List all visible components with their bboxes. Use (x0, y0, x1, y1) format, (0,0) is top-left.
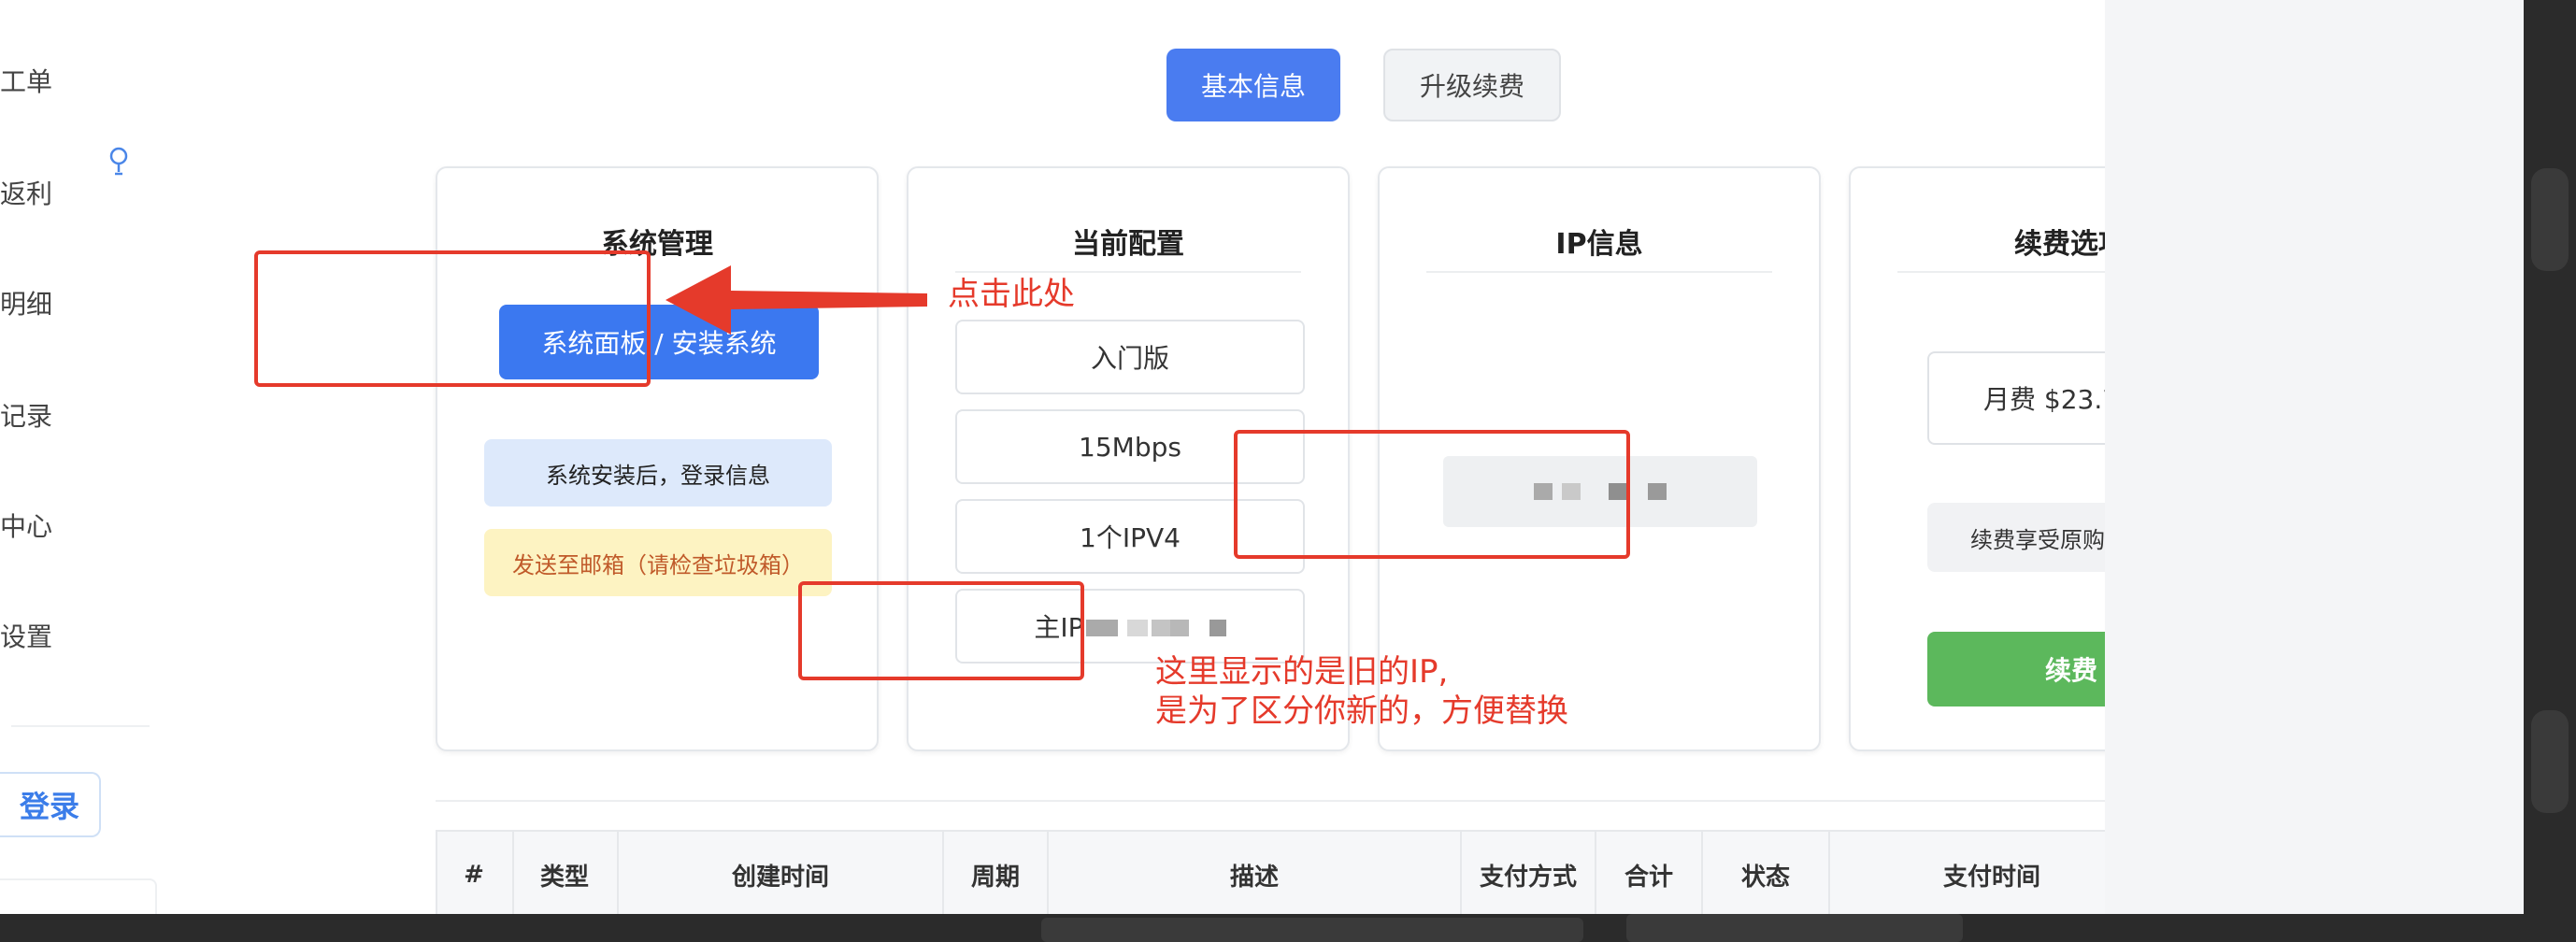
sidebar-item-ticket[interactable]: 工单 (0, 62, 52, 99)
card-title: IP信息 (1555, 228, 1643, 261)
highlight-box-system-panel (254, 250, 651, 387)
sidebar-item-records[interactable]: 记录 (0, 396, 52, 434)
column-header: 合计 (1624, 863, 1673, 892)
column-header: 类型 (539, 863, 589, 892)
highlight-box-ip-info (1234, 430, 1630, 559)
sidebar-item-label: 设置 (0, 621, 53, 652)
column-header: 支付方式 (1479, 863, 1577, 892)
column-header: 创建时间 (731, 863, 829, 892)
section-divider (436, 800, 2292, 802)
sidebar-item-label: 记录 (0, 401, 53, 432)
column-header: 描述 (1229, 863, 1279, 892)
sidebar-item-label: 工单 (0, 66, 53, 97)
card-title: 当前配置 (1072, 228, 1184, 261)
sidebar-item-details[interactable]: 明细 (0, 284, 52, 321)
annotation-old-ip-line1: 这里显示的是旧的IP, (1155, 653, 1449, 691)
card-divider (955, 271, 1301, 273)
dimmed-bottom-strip (0, 914, 2576, 942)
column-header: 状态 (1740, 863, 1790, 892)
dimmed-element (1626, 914, 1963, 942)
sidebar-item-settings[interactable]: 设置 (0, 617, 52, 654)
annotation-old-ip-line2: 是为了区分你新的，方便替换 (1155, 692, 1568, 730)
highlight-box-main-ip (798, 581, 1084, 680)
sidebar: 工单 返利 明细 记录 中心 设置 登录 (0, 0, 202, 935)
arrow-left-icon (665, 265, 927, 335)
login-button[interactable]: 登录 (0, 772, 101, 837)
dimmed-element (2531, 168, 2569, 271)
column-header: 周期 (970, 863, 1020, 892)
dimmed-element (1041, 918, 1583, 942)
login-info-note: 系统安装后，登录信息 (484, 439, 832, 507)
sidebar-divider (11, 725, 150, 727)
config-plan: 入门版 (955, 320, 1305, 394)
annotation-click-here: 点击此处 (948, 276, 1075, 313)
column-header: # (464, 861, 484, 889)
lightbulb-icon[interactable] (107, 146, 131, 178)
dimmed-element (2531, 710, 2569, 813)
right-background-panel (2105, 0, 2524, 914)
tab-basic-info[interactable]: 基本信息 (1166, 49, 1340, 121)
tab-upgrade-renew[interactable]: 升级续费 (1383, 49, 1561, 121)
sidebar-item-rebate[interactable]: 返利 (0, 174, 52, 211)
main-ip-redacted (1085, 611, 1226, 642)
orders-table-header: # 类型 创建时间 周期 描述 支付方式 合计 状态 支付时间 查看 (436, 830, 2292, 920)
sidebar-item-center[interactable]: 中心 (0, 507, 52, 544)
sidebar-item-label: 明细 (0, 289, 53, 320)
sidebar-item-label: 中心 (0, 511, 53, 542)
dimmed-right-strip (2524, 0, 2576, 914)
sidebar-item-label: 返利 (0, 178, 53, 209)
main-content: 基本信息 升级续费 系统管理 系统面板 / 安装系统 系统安装后，登录信息 发送… (202, 0, 2292, 920)
card-divider (1426, 271, 1772, 273)
email-note: 发送至邮箱（请检查垃圾箱） (484, 529, 832, 596)
